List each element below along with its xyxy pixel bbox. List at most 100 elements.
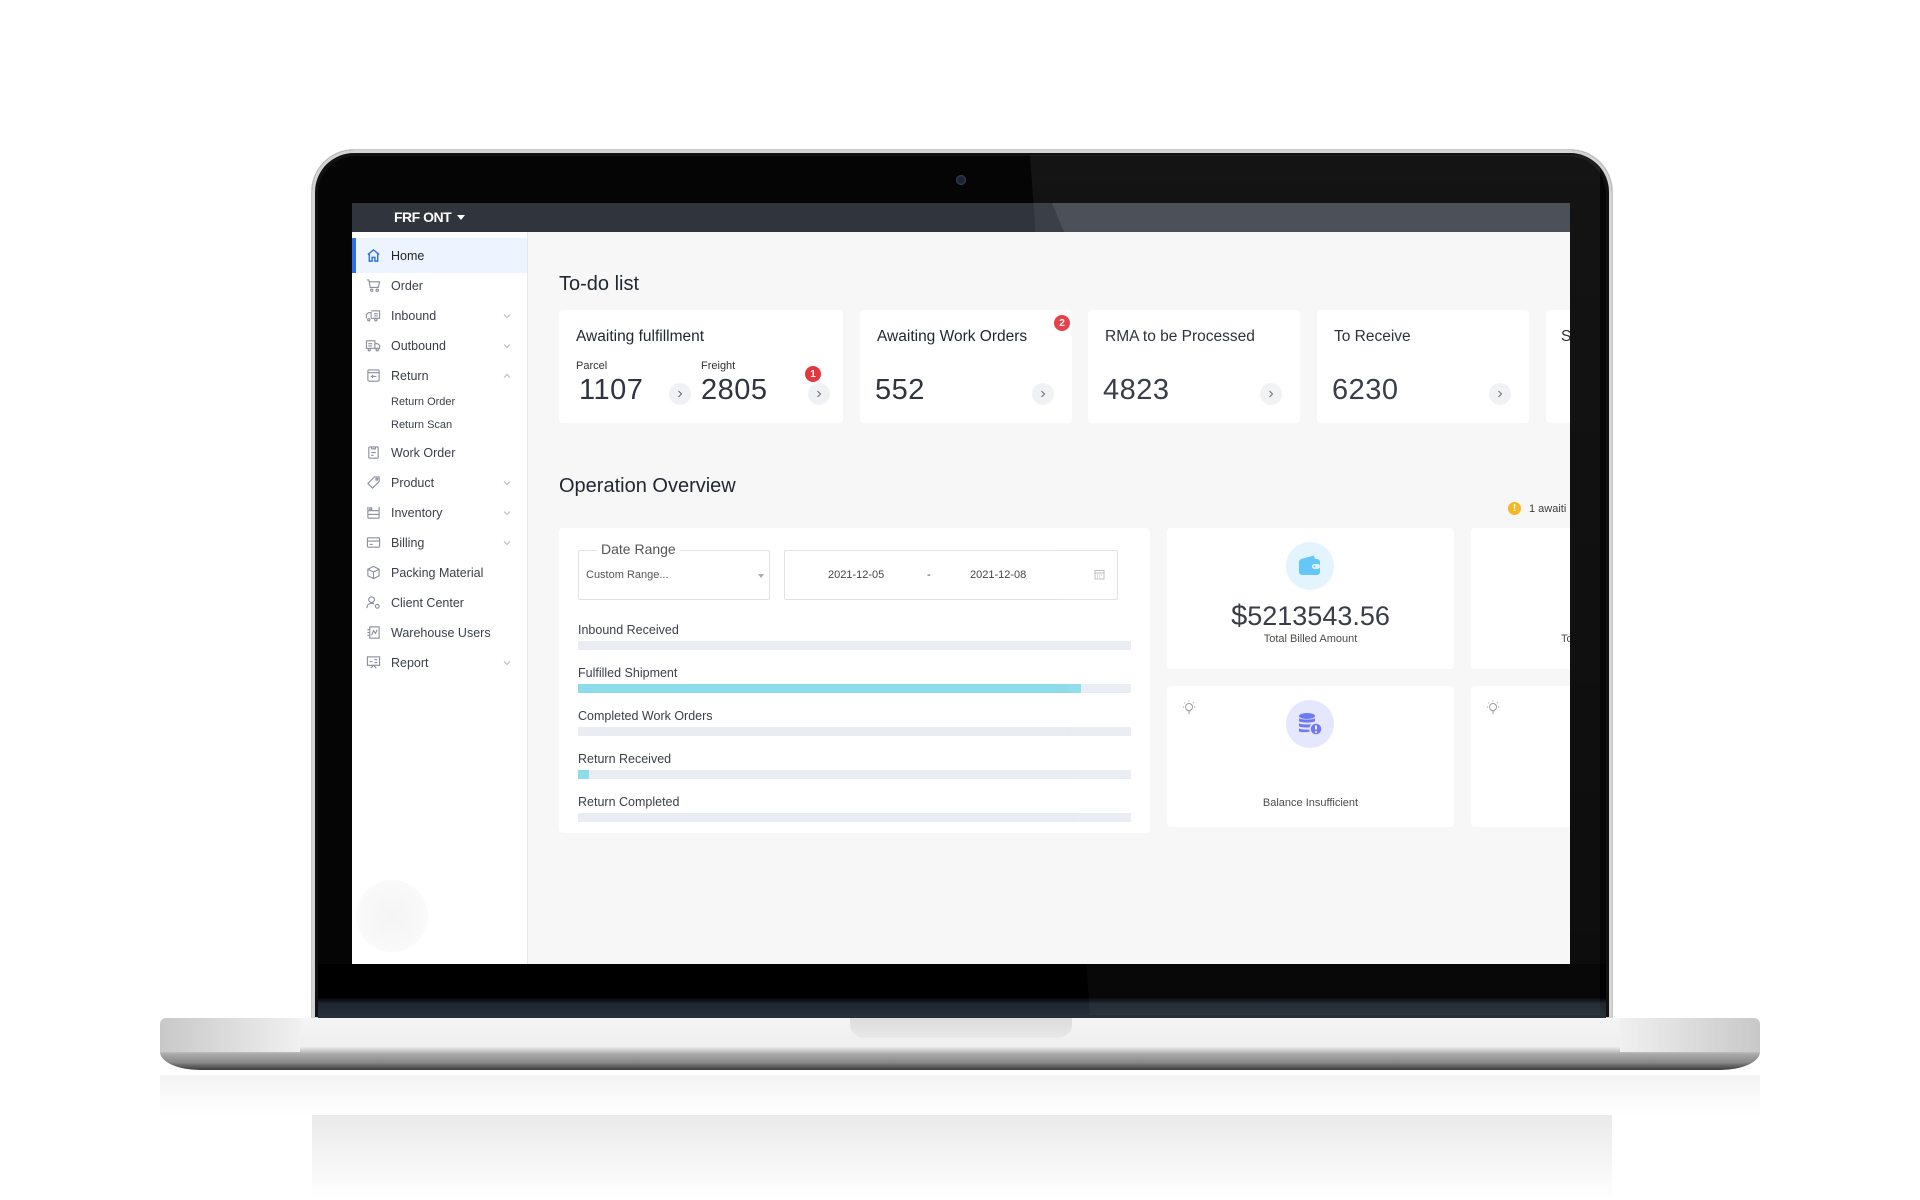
partial-alert-card — [1471, 686, 1570, 827]
warning-icon: ! — [1508, 502, 1521, 515]
chevron-right-icon — [678, 390, 683, 398]
chevron-right-icon — [1269, 390, 1274, 398]
users-list-icon — [365, 625, 381, 641]
todo-title: To-do list — [559, 273, 640, 295]
todo-card-awaiting-fulfillment: Awaiting fulfillment Parcel 1107 Freight… — [559, 310, 843, 423]
shelf-icon — [365, 505, 381, 521]
awaiting-notice[interactable]: ! 1 awaiti — [1508, 502, 1566, 515]
lightbulb-icon[interactable] — [1180, 699, 1198, 717]
laptop-reflection-lid — [312, 1115, 1612, 1200]
calendar-icon[interactable] — [1094, 569, 1105, 580]
sidebar-item-report[interactable]: Report — [352, 645, 527, 680]
parcel-arrow-button[interactable] — [669, 383, 691, 405]
chevron-down-icon — [503, 540, 511, 545]
sidebar-item-return[interactable]: Return — [352, 358, 527, 393]
billed-amount: $5213543.56 — [1167, 600, 1454, 633]
sidebar-item-label: Client Center — [391, 595, 464, 610]
chevron-down-icon — [503, 510, 511, 515]
balance-insufficient-card: Balance Insufficient — [1167, 686, 1454, 827]
card-arrow-button[interactable] — [1489, 383, 1511, 405]
end-date[interactable]: 2021-12-08 — [970, 569, 1026, 581]
sidebar-item-label: Warehouse Users — [391, 625, 491, 640]
inbound-truck-icon — [365, 308, 381, 324]
card-arrow-button[interactable] — [1032, 383, 1054, 405]
sidebar-item-label: Home — [391, 248, 425, 263]
topbar-glare — [1052, 203, 1570, 232]
partial-stat-card: To — [1471, 528, 1570, 669]
presentation-icon — [365, 655, 381, 671]
sidebar-subitem-return-order[interactable]: Return Order — [391, 396, 455, 408]
metric-progress-track — [578, 727, 1131, 736]
workspace-name: FRF ONT — [394, 209, 452, 225]
sidebar-item-label: Order — [391, 278, 423, 293]
currency-symbol: $ — [1231, 600, 1248, 632]
user-gear-icon — [365, 595, 381, 611]
freight-arrow-button[interactable] — [808, 383, 830, 405]
chevron-down-icon — [503, 343, 511, 348]
todo-card-awaiting-work-orders: Awaiting Work Orders 2 552 — [860, 310, 1072, 423]
chevron-right-icon — [1041, 390, 1046, 398]
lightbulb-icon[interactable] — [1484, 699, 1502, 717]
date-range-select[interactable]: Date Range Custom Range... — [578, 541, 770, 600]
metric-progress-fill — [578, 684, 1082, 693]
outbound-truck-icon — [365, 338, 381, 354]
partial-caption: To — [1561, 633, 1570, 645]
laptop-notch — [850, 1018, 1072, 1038]
todo-card-rma: RMA to be Processed 4823 — [1088, 310, 1300, 423]
sidebar-item-label: Billing — [391, 535, 425, 550]
sidebar-item-label: Packing Material — [391, 565, 484, 580]
metric-label: Fulfilled Shipment — [578, 666, 678, 680]
overview-title: Operation Overview — [559, 475, 736, 497]
card-icon — [365, 535, 381, 551]
sidebar-item-label: Product — [391, 475, 435, 490]
start-date[interactable]: 2021-12-05 — [828, 569, 884, 581]
parcel-label: Parcel — [576, 360, 608, 372]
wallet-icon — [1286, 542, 1334, 590]
chevron-down-icon — [503, 313, 511, 318]
floating-help-button[interactable] — [356, 880, 428, 952]
laptop-base-shade-left — [160, 1018, 300, 1052]
return-icon — [365, 368, 381, 384]
metric-progress-track — [578, 770, 1131, 779]
caret-down-icon — [758, 574, 764, 578]
card-title: S — [1561, 328, 1570, 345]
date-range-legend: Date Range — [597, 541, 680, 557]
card-count: 552 — [875, 374, 925, 406]
chevron-down-icon — [503, 480, 511, 485]
date-range-value: Custom Range... — [586, 569, 669, 581]
home-icon — [365, 248, 381, 264]
chevron-right-icon — [1498, 390, 1503, 398]
parcel-count: 1107 — [579, 374, 644, 406]
database-alert-icon — [1286, 700, 1334, 748]
chevron-right-icon — [817, 390, 822, 398]
metric-progress-track — [578, 641, 1131, 650]
laptop-bezel-bottom — [318, 964, 1606, 1020]
sidebar-item-label: Return — [391, 368, 429, 383]
metric-label: Return Completed — [578, 795, 680, 809]
laptop-reflection — [160, 1075, 1760, 1115]
sidebar-item-label: Inbound — [391, 308, 437, 323]
metric-label: Inbound Received — [578, 623, 679, 637]
todo-card-to-receive: To Receive 6230 — [1317, 310, 1529, 423]
card-count: 6230 — [1332, 374, 1399, 406]
sidebar-item-label: Report — [391, 655, 429, 670]
workspace-selector[interactable]: FRF ONT — [394, 209, 466, 225]
app-screen: FRF ONT Home Order Inbound Outbound Retu… — [352, 203, 1570, 964]
card-title: RMA to be Processed — [1105, 328, 1255, 345]
clipboard-icon — [365, 445, 381, 461]
caret-down-icon — [457, 214, 466, 220]
laptop-base-shade-right — [1620, 1018, 1760, 1052]
card-arrow-button[interactable] — [1260, 383, 1282, 405]
freight-badge: 1 — [805, 366, 821, 382]
freight-label: Freight — [701, 360, 736, 372]
card-title: Awaiting Work Orders — [877, 328, 1028, 345]
sidebar-subitem-return-scan[interactable]: Return Scan — [391, 419, 452, 431]
todo-card-partial: S — [1546, 310, 1570, 423]
metric-label: Return Received — [578, 752, 672, 766]
date-picker[interactable]: 2021-12-05 - 2021-12-08 — [784, 550, 1118, 600]
card-title: To Receive — [1334, 328, 1411, 345]
date-separator: - — [927, 569, 931, 581]
cart-icon — [365, 278, 381, 294]
box-icon — [365, 565, 381, 581]
freight-count: 2805 — [701, 374, 768, 406]
